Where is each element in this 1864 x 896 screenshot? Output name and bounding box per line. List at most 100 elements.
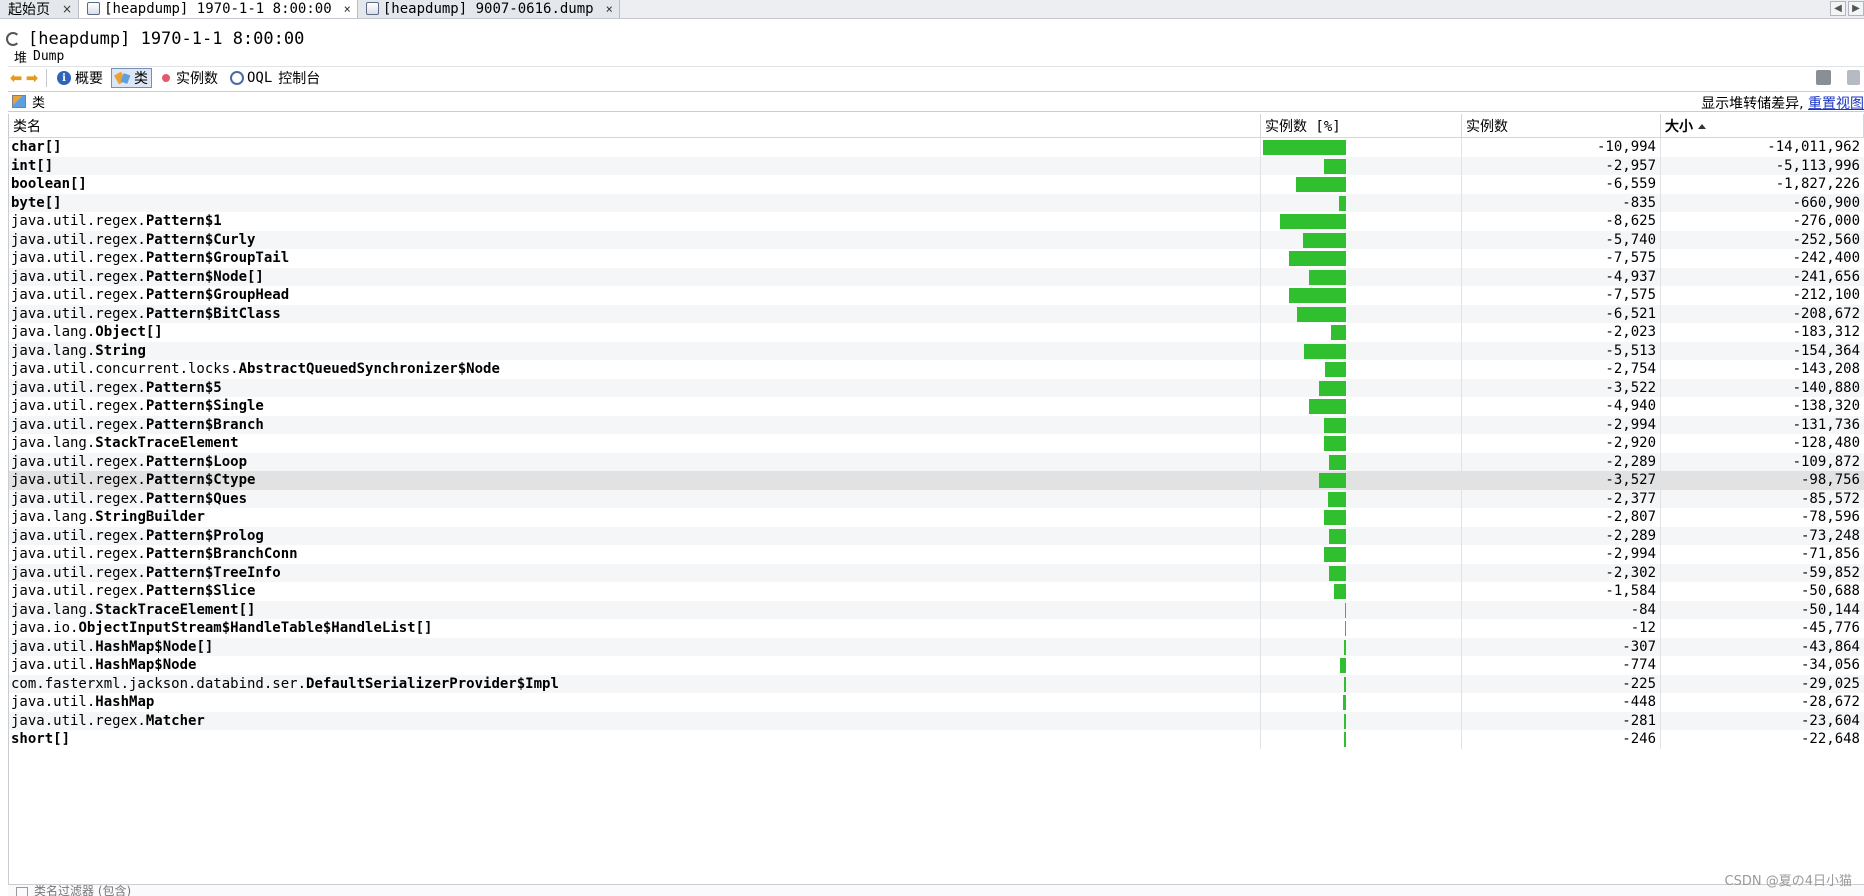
summary-button[interactable]: i 概要 — [53, 68, 107, 88]
table-row[interactable]: java.util.regex.Pattern$Ctype -3,527 -98,7… — [9, 471, 1864, 490]
package-name: java.util. — [11, 694, 96, 710]
instances-pct-cell — [1261, 304, 1462, 323]
table-row[interactable]: java.util.regex.Pattern$GroupHead -7,575 -… — [9, 286, 1864, 305]
table-row[interactable]: java.util.regex.Pattern$Single -4,940 -138… — [9, 397, 1864, 416]
column-header-class-name[interactable]: 类名 — [9, 114, 1261, 138]
class-simple-name: Pattern$Ques — [145, 490, 248, 507]
size-cell: -50,688 — [1800, 583, 1860, 599]
tab-start-page[interactable]: 起始页 × — [0, 0, 80, 18]
instances-pct-bar — [1344, 732, 1346, 747]
table-row[interactable]: int[] -2,957 -5,113,996 — [9, 156, 1864, 175]
size-cell: -78,596 — [1800, 509, 1860, 525]
scroll-left-icon[interactable]: ◀ — [1830, 1, 1846, 16]
table-row[interactable]: java.util.regex.Pattern$5 -3,522 -140,880 — [9, 378, 1864, 397]
table-row[interactable]: java.util.regex.Pattern$Prolog -2,289 -73,… — [9, 526, 1864, 545]
instances-pct-bar — [1331, 325, 1346, 340]
instances-count-cell: -2,957 — [1462, 156, 1661, 175]
instances-count-cell: -7,575 — [1462, 249, 1661, 268]
instances-count-cell: -2,377 — [1462, 489, 1661, 508]
column-header-instances[interactable]: 实例数 — [1462, 114, 1661, 138]
section-label-cn: 堆 — [14, 50, 28, 66]
back-arrow-icon[interactable]: ⬅ — [8, 69, 24, 87]
reset-view-link[interactable]: 重置视图 — [1808, 96, 1864, 112]
column-header-instances-pct[interactable]: 实例数 [%] — [1261, 114, 1462, 138]
editor-tab-bar: 起始页 × [heapdump] 1970-1-1 8:00:00 × [hea… — [0, 0, 1864, 19]
scroll-right-icon[interactable]: ▶ — [1848, 1, 1864, 16]
instances-pct-bar — [1329, 565, 1346, 581]
table-row[interactable]: java.lang.StackTraceElement -2,920 -128,48… — [9, 434, 1864, 453]
instances-pct-cell — [1261, 397, 1462, 416]
classes-button[interactable]: 类 — [111, 68, 152, 88]
class-name-cell: int[] — [9, 156, 1261, 175]
table-row[interactable]: java.lang.Object[] -2,023 -183,312 — [9, 323, 1864, 342]
size-cell: -85,572 — [1800, 490, 1860, 507]
table-row[interactable]: java.util.regex.Matcher -281 -23,604 — [9, 711, 1864, 730]
class-simple-name: HashMap$Node — [95, 657, 197, 673]
class-name-cell: java.util.regex.Pattern$5 — [9, 378, 1261, 397]
tab-heapdump-9007[interactable]: [heapdump] 9007-0616.dump × — [357, 0, 620, 18]
table-row[interactable]: short[] -246 -22,648 — [9, 730, 1864, 749]
class-name-cell: java.io.ObjectInputStream$HandleTable$Ha… — [9, 619, 1261, 638]
table-row[interactable]: java.util.regex.Pattern$BranchConn -2,994… — [9, 545, 1864, 564]
table-row[interactable]: com.fasterxml.jackson.databind.ser.Defau… — [9, 674, 1864, 693]
package-name: java.util. — [11, 657, 96, 673]
oql-console-button[interactable]: OQL 控制台 — [226, 68, 324, 88]
heapdump-icon — [365, 2, 379, 15]
table-row[interactable]: byte[] -835 -660,900 — [9, 193, 1864, 212]
instances-pct-bar — [1329, 528, 1346, 544]
table-row[interactable]: java.util.regex.Pattern$Branch -2,994 -131… — [9, 415, 1864, 434]
instances-button[interactable]: 实例数 — [156, 68, 222, 88]
instances-count-cell: -5,513 — [1462, 341, 1661, 360]
table-row[interactable]: java.util.regex.Pattern$Loop -2,289 -109,8… — [9, 452, 1864, 471]
class-name-cell: java.util.regex.Matcher — [9, 711, 1261, 730]
close-icon[interactable]: × — [606, 2, 613, 16]
table-row[interactable]: java.lang.String -5,513 -154,364 — [9, 341, 1864, 360]
refresh-icon[interactable] — [6, 32, 20, 46]
table-row[interactable]: java.util.regex.Pattern$TreeInfo -2,302 -5… — [9, 563, 1864, 582]
tab-heapdump-1970[interactable]: [heapdump] 1970-1-1 8:00:00 × — [79, 0, 358, 18]
class-simple-name: Pattern$Loop — [145, 453, 248, 470]
table-row[interactable]: java.util.regex.Pattern$Slice -1,584 -50,6… — [9, 582, 1864, 601]
class-simple-name: Pattern$Branch — [145, 416, 264, 433]
table-row[interactable]: boolean[] -6,559 -1,827,226 — [9, 175, 1864, 194]
column-header-size[interactable]: 大小 — [1661, 114, 1864, 138]
table-row[interactable]: java.util.regex.Pattern$Node[] -4,937 -241… — [9, 267, 1864, 286]
close-icon[interactable]: × — [62, 2, 72, 16]
table-row[interactable]: java.util.regex.Pattern$BitClass -6,521 -2… — [9, 304, 1864, 323]
instances-pct-cell — [1261, 582, 1462, 601]
class-simple-name: StackTraceElement — [95, 435, 239, 451]
table-row[interactable]: java.util.concurrent.locks.AbstractQueue… — [9, 360, 1864, 379]
classes-panel-header: 类 显示堆转储差异, 重置视图 — [8, 91, 1864, 112]
instances-pct-bar — [1297, 306, 1346, 322]
table-row[interactable]: java.util.HashMap$Node -774 -34,056 — [9, 656, 1864, 675]
instances-count-cell: -448 — [1462, 693, 1661, 712]
table-row[interactable]: java.lang.StackTraceElement[] -84 -50,144 — [9, 600, 1864, 619]
info-icon: i — [57, 71, 71, 85]
table-row[interactable]: java.util.regex.Pattern$Ques -2,377 -85,57… — [9, 489, 1864, 508]
table-row[interactable]: char[] -10,994 -14,011,962 — [9, 138, 1864, 157]
table-row[interactable]: java.util.HashMap$Node[] -307 -43,864 — [9, 637, 1864, 656]
size-cell: -242,400 — [1792, 250, 1860, 266]
table-row[interactable]: java.util.HashMap -448 -28,672 — [9, 693, 1864, 712]
instances-pct-cell — [1261, 249, 1462, 268]
instances-pct-cell — [1261, 471, 1462, 490]
package-name: java.util.regex. — [11, 213, 146, 229]
package-name: java.util.regex. — [11, 490, 146, 507]
snapshot-icon[interactable] — [1816, 70, 1831, 85]
class-name-cell: java.util.regex.Pattern$BranchConn — [9, 545, 1261, 564]
class-name-cell: java.lang.String — [9, 341, 1261, 360]
size-cell: -140,880 — [1792, 379, 1860, 396]
close-icon[interactable]: × — [344, 2, 351, 16]
table-row[interactable]: java.util.regex.Pattern$GroupTail -7,575 -… — [9, 249, 1864, 268]
table-row[interactable]: java.io.ObjectInputStream$HandleTable$Ha… — [9, 619, 1864, 638]
table-row[interactable]: java.lang.StringBuilder -2,807 -78,596 — [9, 508, 1864, 527]
settings-icon[interactable] — [1847, 70, 1860, 85]
class-simple-name: Pattern$TreeInfo — [145, 564, 281, 581]
table-row[interactable]: java.util.regex.Pattern$Curly -5,740 -252,… — [9, 230, 1864, 249]
size-cell: -252,560 — [1792, 231, 1860, 248]
table-row[interactable]: java.util.regex.Pattern$1 -8,625 -276,000 — [9, 212, 1864, 231]
forward-arrow-icon[interactable]: ➡ — [24, 69, 40, 87]
instances-pct-cell — [1261, 175, 1462, 194]
class-simple-name: Object[] — [95, 324, 163, 340]
class-name-filter[interactable]: 类名过滤器 (包含) — [8, 884, 1864, 896]
